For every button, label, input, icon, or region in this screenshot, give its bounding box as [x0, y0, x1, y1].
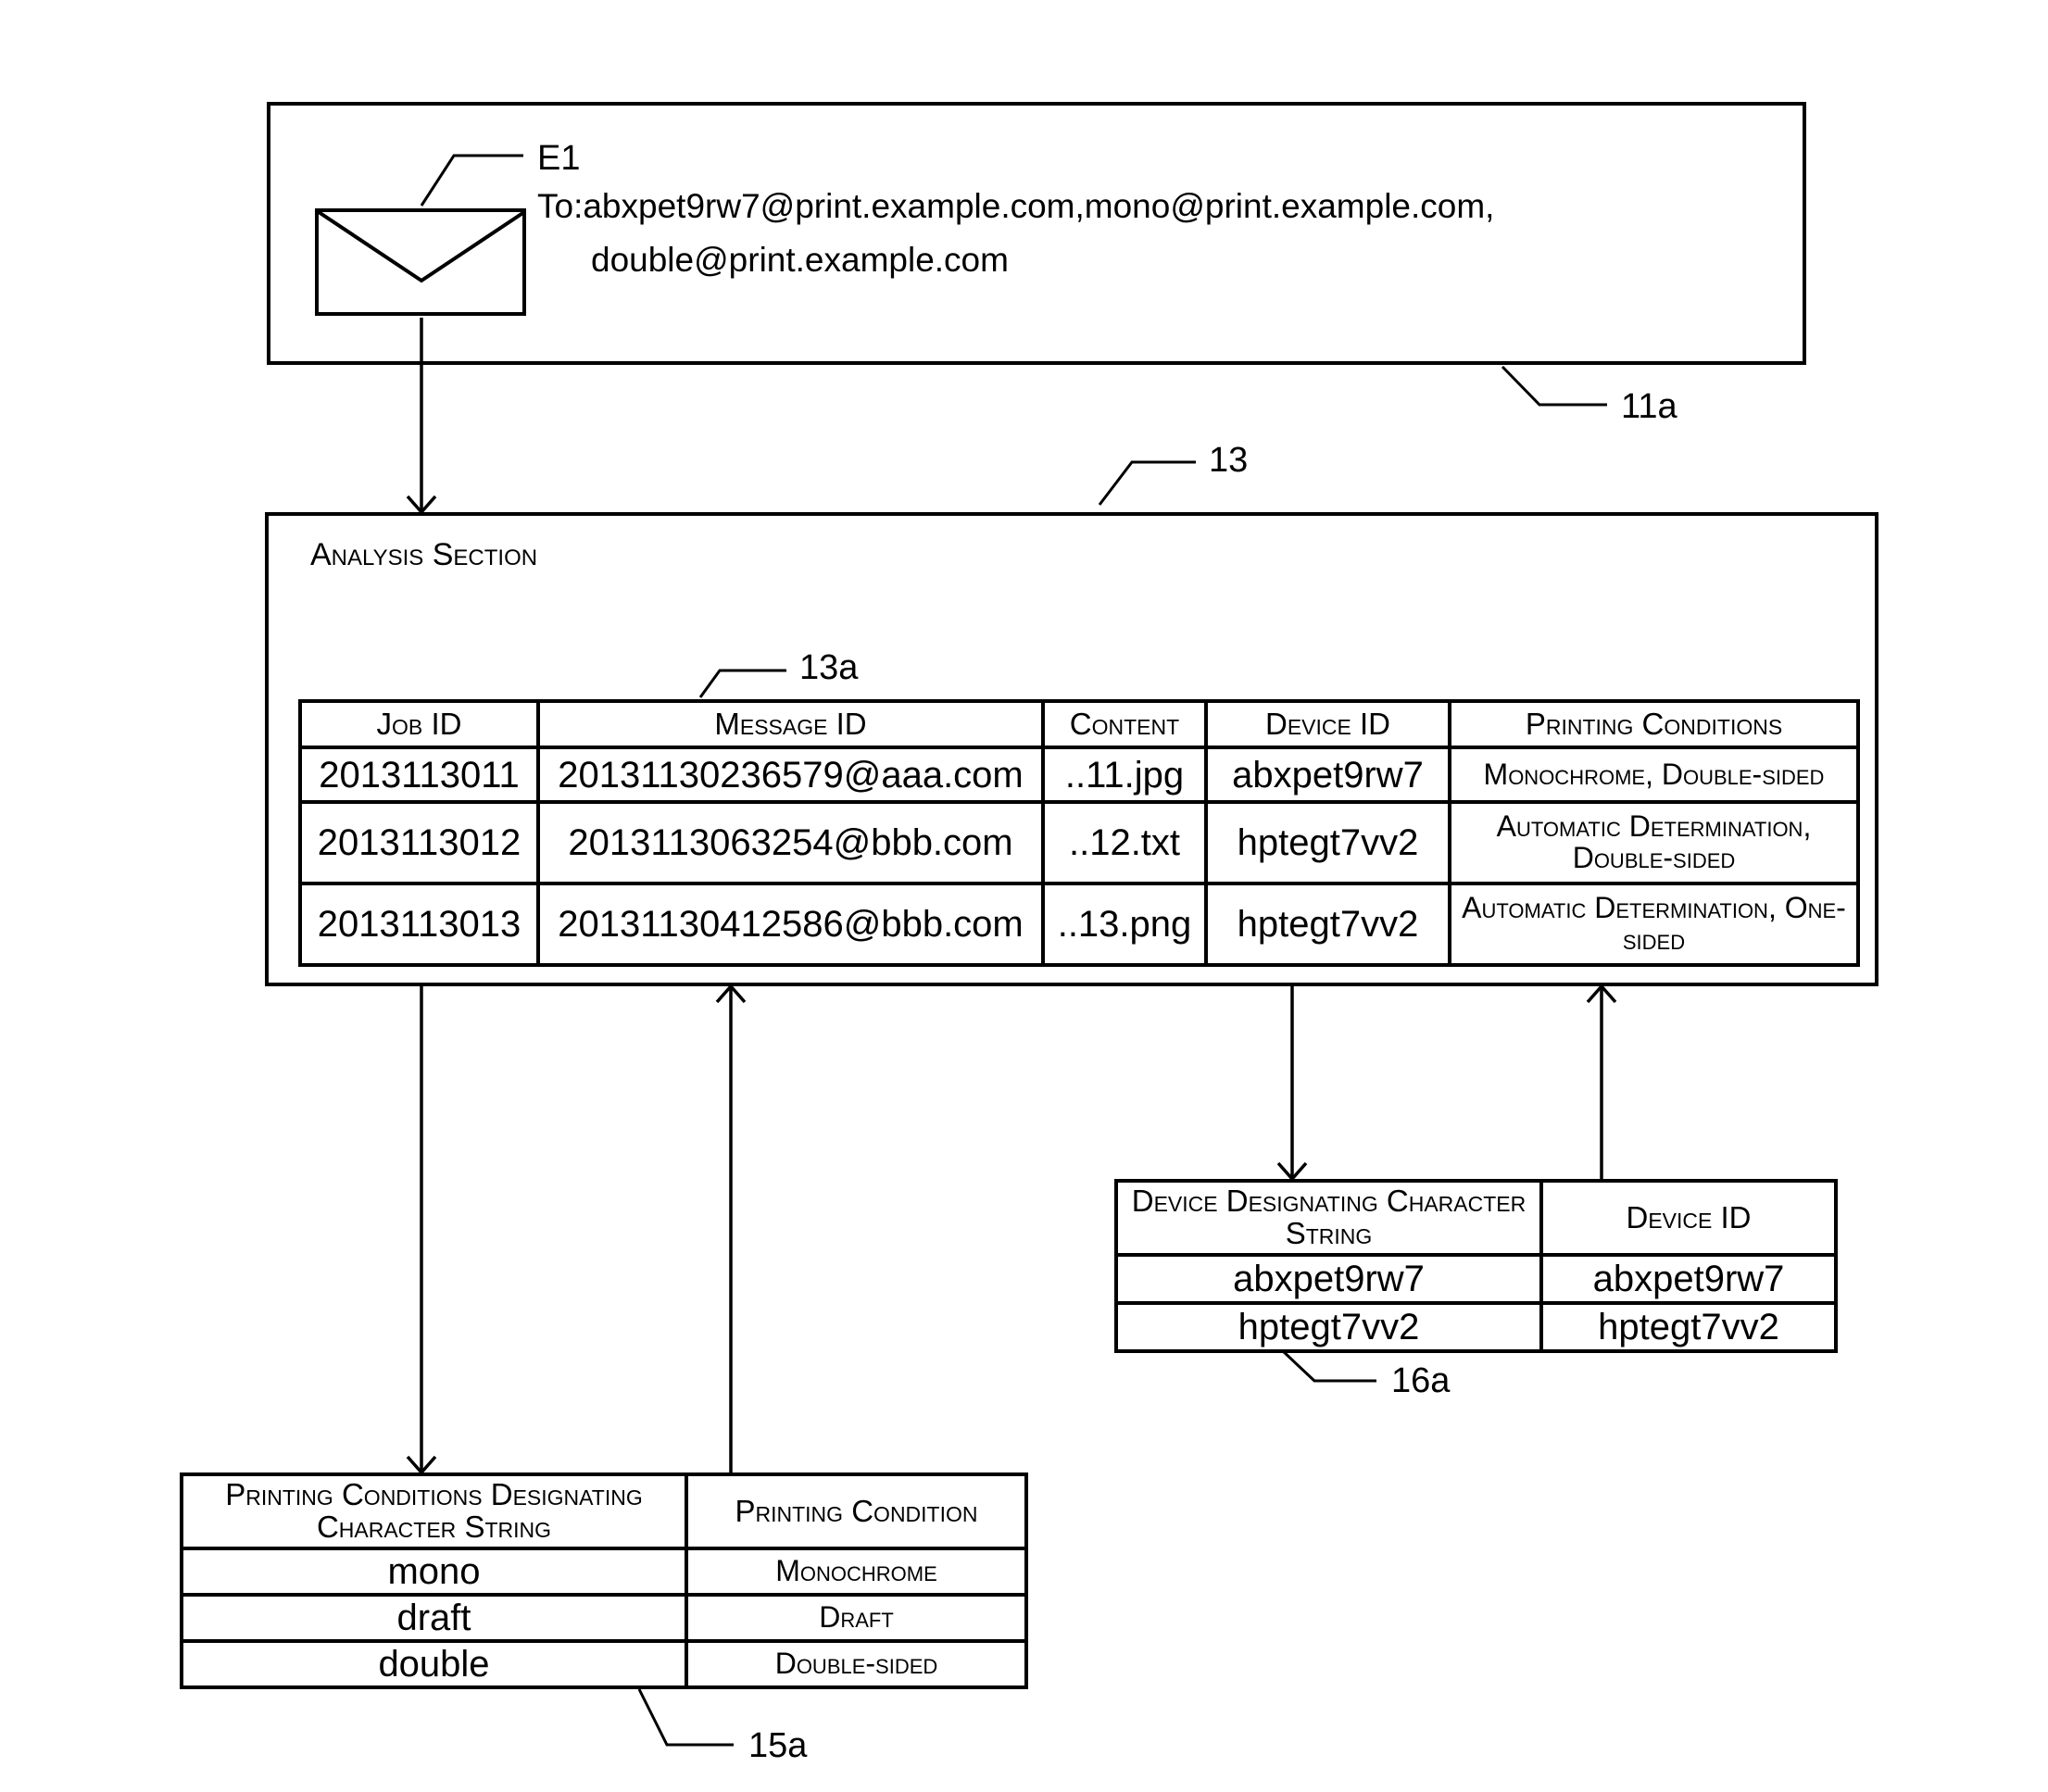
email-to-line-2: double@print.example.com [591, 241, 1009, 279]
table-row: draft Draft [180, 1593, 1028, 1643]
device-id-cell: hptegt7vv2 [1204, 882, 1451, 967]
message-label-e1: E1 [537, 139, 581, 178]
column-header-content: Content [1041, 699, 1208, 749]
table-row: double Double-sided [180, 1639, 1028, 1689]
arrowhead-down [406, 1455, 437, 1475]
printing-conditions-table: Printing Conditions Designating Characte… [180, 1472, 1028, 1689]
ref-label-11a: 11a [1621, 387, 1677, 426]
leader-line-16a [1280, 1348, 1376, 1383]
printing-condition-cell: Draft [685, 1593, 1028, 1643]
device-table: Device Designating Character String Devi… [1114, 1179, 1838, 1353]
ref-label-15a: 15a [748, 1726, 808, 1765]
envelope-icon [315, 208, 526, 316]
column-header-message-id: Message ID [536, 699, 1045, 749]
column-header-printing-condition: Printing Condition [685, 1472, 1028, 1550]
designating-string-cell: mono [180, 1547, 688, 1597]
content-cell: ..13.png [1041, 882, 1208, 967]
message-id-cell: 2013113063254@bbb.com [536, 800, 1045, 885]
content-cell: ..12.txt [1041, 800, 1208, 885]
printing-condition-cell: Double-sided [685, 1639, 1028, 1689]
ref-label-13: 13 [1209, 441, 1249, 480]
job-table: Job ID Message ID Content Device ID Prin… [298, 699, 1860, 967]
table-row: abxpet9rw7 abxpet9rw7 [1114, 1253, 1838, 1305]
leader-line-15a [637, 1688, 734, 1747]
arrowhead-down [1276, 1161, 1308, 1182]
content-cell: ..11.jpg [1041, 746, 1208, 804]
table-row: mono Monochrome [180, 1547, 1028, 1597]
email-to-line-1: To:abxpet9rw7@print.example.com,mono@pri… [537, 187, 1495, 225]
ref-label-16a: 16a [1391, 1361, 1451, 1400]
device-id-cell: abxpet9rw7 [1204, 746, 1451, 804]
printing-conditions-cell: Automatic Determination, Double-sided [1448, 800, 1860, 885]
message-id-cell: 20131130236579@aaa.com [536, 746, 1045, 804]
job-id-cell: 2013113011 [298, 746, 540, 804]
printing-table-header: Printing Conditions Designating Characte… [180, 1472, 1028, 1550]
table-row: 2013113013 20131130412586@bbb.com ..13.p… [298, 882, 1860, 967]
printing-condition-cell: Monochrome [685, 1547, 1028, 1597]
column-header-job-id: Job ID [298, 699, 540, 749]
column-header-printing-conditions: Printing Conditions [1448, 699, 1860, 749]
message-id-cell: 20131130412586@bbb.com [536, 882, 1045, 967]
device-id-cell: hptegt7vv2 [1539, 1301, 1838, 1353]
arrowhead-up [1586, 984, 1617, 1004]
device-table-header: Device Designating Character String Devi… [1114, 1179, 1838, 1257]
arrowhead-down [406, 495, 437, 515]
analysis-section-title: Analysis Section [310, 537, 538, 572]
designating-string-cell: abxpet9rw7 [1114, 1253, 1543, 1305]
job-table-header: Job ID Message ID Content Device ID Prin… [298, 699, 1860, 749]
table-row: 2013113011 20131130236579@aaa.com ..11.j… [298, 746, 1860, 804]
column-header-device-id: Device ID [1204, 699, 1451, 749]
device-id-cell: hptegt7vv2 [1204, 800, 1451, 885]
job-id-cell: 2013113013 [298, 882, 540, 967]
job-id-cell: 2013113012 [298, 800, 540, 885]
designating-string-cell: hptegt7vv2 [1114, 1301, 1543, 1353]
arrowhead-up [715, 984, 747, 1004]
designating-string-cell: draft [180, 1593, 688, 1643]
column-header-device-designating-string: Device Designating Character String [1114, 1179, 1543, 1257]
printing-conditions-cell: Monochrome, Double-sided [1448, 746, 1860, 804]
leader-line-13 [1098, 460, 1196, 506]
column-header-conditions-designating-string: Printing Conditions Designating Characte… [180, 1472, 688, 1550]
table-row: 2013113012 2013113063254@bbb.com ..12.tx… [298, 800, 1860, 885]
column-header-device-id: Device ID [1539, 1179, 1838, 1257]
printing-conditions-cell: Automatic Determination, One-sided [1448, 882, 1860, 967]
ref-label-13a: 13a [799, 648, 859, 687]
designating-string-cell: double [180, 1639, 688, 1689]
leader-line-11a [1501, 365, 1607, 407]
table-row: hptegt7vv2 hptegt7vv2 [1114, 1301, 1838, 1353]
device-id-cell: abxpet9rw7 [1539, 1253, 1838, 1305]
